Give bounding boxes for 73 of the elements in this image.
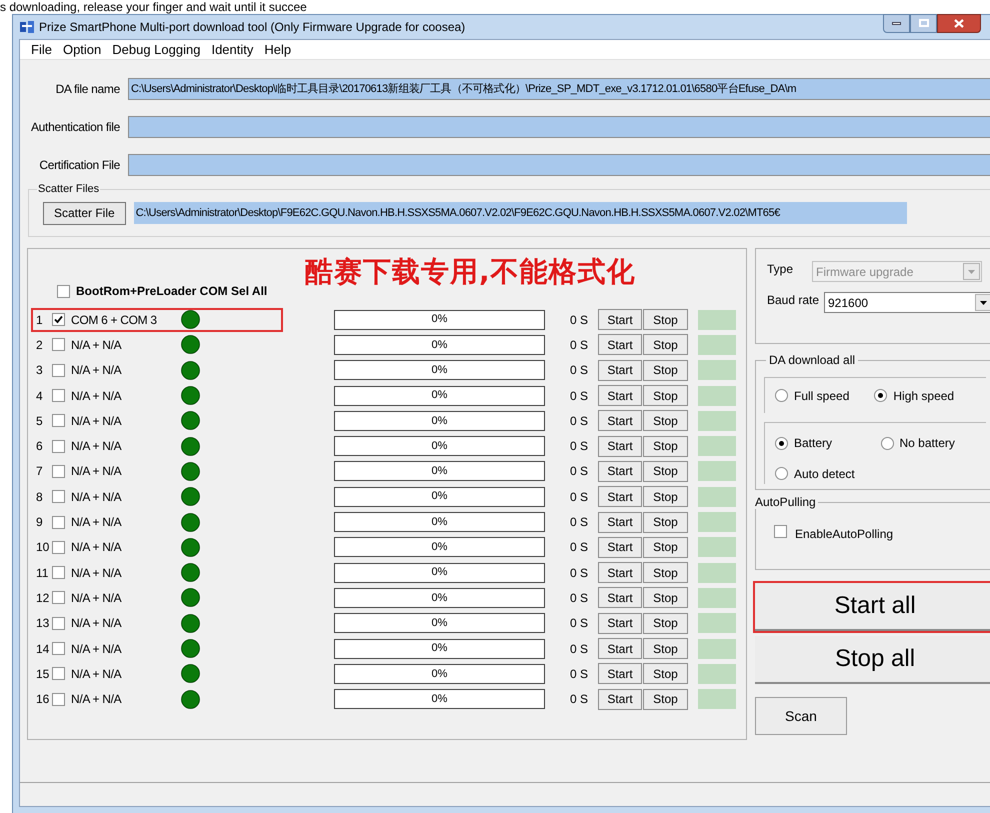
type-label: Type [767,260,794,278]
port-name: N/A + N/A [71,438,122,456]
port-number: 2 [36,336,44,354]
elapsed-time: 0 S [570,691,590,708]
elapsed-time: 0 S [570,312,590,329]
elapsed-time: 0 S [570,488,590,506]
elapsed-time: 0 S [570,388,590,405]
port-name: N/A + N/A [71,564,122,582]
annotation-text: 酷赛下载专用,不能格式化 [305,254,636,290]
port-number: 13 [36,615,50,632]
progress-text: 0% [432,692,448,707]
port-number: 8 [36,488,44,506]
port-name: N/A + N/A [71,691,122,708]
port-number: 9 [36,514,44,532]
radio-label: Battery [794,435,832,452]
port-number: 1 [36,312,44,329]
group-title: DA download all [766,353,858,367]
radio-label: High speed [893,388,954,404]
port-number: 15 [36,666,50,683]
port-number: 11 [36,564,50,582]
progress-text: 0% [432,641,448,656]
window-title: Prize SmartPhone Multi-port download tool (Only Firmware Upgrade for coosea) [39,19,466,36]
elapsed-time: 0 S [570,564,590,582]
elapsed-time: 0 S [570,539,590,556]
elapsed-time: 0 S [570,640,590,658]
port-name: N/A + N/A [71,463,122,480]
radio-label: Full speed [794,388,850,404]
port-number: 5 [36,412,44,430]
elapsed-time: 0 S [570,463,590,480]
port-name: N/A + N/A [71,412,122,430]
elapsed-time: 0 S [570,412,590,430]
select-all-label: BootRom+PreLoader COM Sel All [76,283,268,300]
port-name: N/A + N/A [71,514,122,532]
checkbox-label: EnableAutoPolling [795,526,894,543]
port-number: 6 [36,438,44,456]
port-number: 12 [36,590,50,607]
port-name: N/A + N/A [71,388,122,405]
field-label: Certification File [39,157,120,174]
elapsed-time: 0 S [570,362,590,380]
port-name: N/A + N/A [71,640,122,658]
progress-text: 0% [432,540,448,556]
group-title: AutoPulling [755,495,818,509]
port-number: 3 [36,362,44,380]
radio-label: No battery [900,435,955,452]
port-name: N/A + N/A [71,488,122,506]
elapsed-time: 0 S [570,336,590,354]
port-number: 10 [36,539,50,556]
elapsed-time: 0 S [570,666,590,683]
elapsed-time: 0 S [570,514,590,532]
port-name: COM 6 + COM 3 [71,312,158,329]
elapsed-time: 0 S [570,438,590,456]
baud-rate-label: Baud rate [767,292,820,308]
port-number: 14 [36,640,50,658]
port-name: N/A + N/A [71,590,122,607]
port-name: N/A + N/A [71,615,122,632]
port-name: N/A + N/A [71,666,122,683]
caption-text: s downloading, release your finger and wait until it succee [0,0,307,14]
port-number: 4 [36,388,44,405]
port-name: N/A + N/A [71,336,122,354]
progress-text: 0% [432,565,448,580]
port-name: N/A + N/A [71,539,122,556]
progress-text: 0% [432,590,448,606]
elapsed-time: 0 S [570,590,590,607]
port-number: 16 [36,691,50,708]
port-number: 7 [36,463,44,480]
port-name: N/A + N/A [71,362,122,380]
radio-label: Auto detect [794,466,855,483]
progress-text: 0% [432,666,448,682]
field-label: DA file name [56,81,120,98]
progress-text: 0% [432,616,448,631]
field-label: Authentication file [30,119,120,136]
progress-text: 0% [432,514,448,530]
elapsed-time: 0 S [570,615,590,632]
